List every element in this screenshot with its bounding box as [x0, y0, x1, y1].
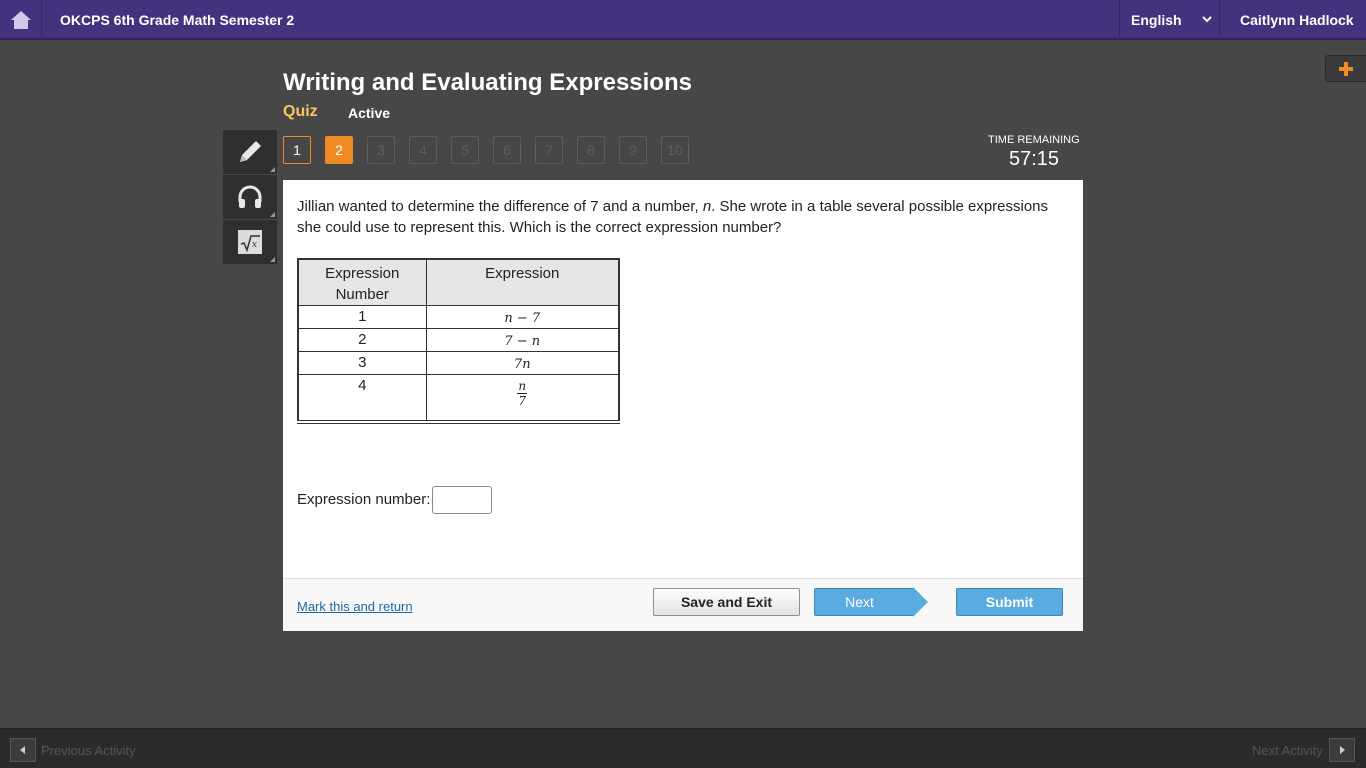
mark-and-return-link[interactable]: Mark this and return [297, 599, 413, 614]
square-root-icon: x [238, 230, 262, 254]
bottom-bar: Previous Activity Next Activity [0, 728, 1366, 768]
page-title: Writing and Evaluating Expressions [283, 69, 692, 96]
question-nav-button-4[interactable]: 4 [409, 136, 437, 164]
plus-icon [1339, 61, 1353, 76]
activity-status: Active [348, 105, 391, 121]
math-tool[interactable]: x [223, 220, 277, 265]
question-nav-button-2[interactable]: 2 [325, 136, 353, 164]
table-row: 3 7n [297, 351, 620, 375]
table-row: 2 7 − n [297, 328, 620, 352]
answer-label: Expression number: [297, 491, 431, 508]
pencil-icon [240, 141, 261, 162]
pencil-tool[interactable] [223, 130, 277, 175]
previous-activity-button[interactable] [10, 738, 36, 762]
next-button[interactable]: Next [814, 588, 914, 616]
row-number: 4 [297, 374, 427, 422]
question-nav-button-6[interactable]: 6 [493, 136, 521, 164]
add-button[interactable] [1325, 55, 1366, 82]
row-number: 3 [297, 351, 427, 375]
time-remaining-value: 57:15 [1009, 148, 1060, 170]
table-row: 1 n − 7 [297, 305, 620, 329]
audio-tool[interactable] [223, 175, 277, 220]
question-nav-button-7[interactable]: 7 [535, 136, 563, 164]
row-number: 1 [297, 305, 427, 329]
expression-number-input[interactable] [432, 486, 492, 514]
question-nav-button-1[interactable]: 1 [283, 136, 311, 164]
row-expression: n − 7 [425, 305, 620, 329]
course-title: OKCPS 6th Grade Math Semester 2 [60, 12, 295, 28]
question-nav-button-9[interactable]: 9 [619, 136, 647, 164]
language-label: English [1131, 12, 1182, 28]
home-button[interactable] [0, 0, 42, 40]
table-header-number: Expression Number [297, 258, 427, 306]
home-icon [10, 11, 31, 29]
chevron-down-icon [1202, 16, 1212, 23]
activity-type: Quiz [283, 103, 318, 120]
fraction-denominator: 7 [518, 394, 527, 408]
language-select[interactable]: English [1119, 0, 1220, 40]
expression-table: Expression Number Expression 1 n − 7 2 7… [297, 258, 620, 424]
row-expression: 7 − n [425, 328, 620, 352]
time-remaining-label: TIME REMAINING [988, 134, 1080, 146]
question-text-part1: Jillian wanted to determine the differen… [297, 198, 703, 215]
arrow-left-icon [20, 746, 25, 754]
row-expression: 7n [425, 351, 620, 375]
question-navigation: 1 2 3 4 5 6 7 8 9 10 [283, 136, 703, 164]
question-nav-button-5[interactable]: 5 [451, 136, 479, 164]
table-header-expression: Expression [425, 258, 620, 306]
panel-footer: Mark this and return Save and Exit Next … [283, 578, 1083, 631]
previous-activity-label[interactable]: Previous Activity [41, 743, 136, 758]
question-text: Jillian wanted to determine the differen… [297, 196, 1069, 238]
row-number: 2 [297, 328, 427, 352]
row-expression: n 7 [425, 374, 620, 422]
svg-text:x: x [252, 240, 257, 250]
headphones-icon [238, 185, 262, 208]
table-row: 4 n 7 [297, 374, 620, 422]
submit-button[interactable]: Submit [956, 588, 1063, 616]
question-nav-button-3[interactable]: 3 [367, 136, 395, 164]
question-variable: n [702, 198, 712, 215]
top-bar: OKCPS 6th Grade Math Semester 2 English … [0, 0, 1366, 40]
fraction-numerator: n [517, 379, 528, 394]
tool-panel: x [223, 130, 277, 265]
question-nav-button-10[interactable]: 10 [661, 136, 689, 164]
question-nav-button-8[interactable]: 8 [577, 136, 605, 164]
save-and-exit-button[interactable]: Save and Exit [653, 588, 800, 616]
table-header-row: Expression Number Expression [297, 258, 620, 306]
next-activity-button[interactable] [1329, 738, 1355, 762]
next-activity-label[interactable]: Next Activity [1252, 743, 1323, 758]
fraction: n 7 [517, 379, 528, 408]
next-button-arrow[interactable] [913, 587, 928, 617]
user-name[interactable]: Caitlynn Hadlock [1240, 12, 1354, 28]
arrow-right-icon [1340, 746, 1345, 754]
question-panel: Jillian wanted to determine the differen… [283, 180, 1083, 631]
